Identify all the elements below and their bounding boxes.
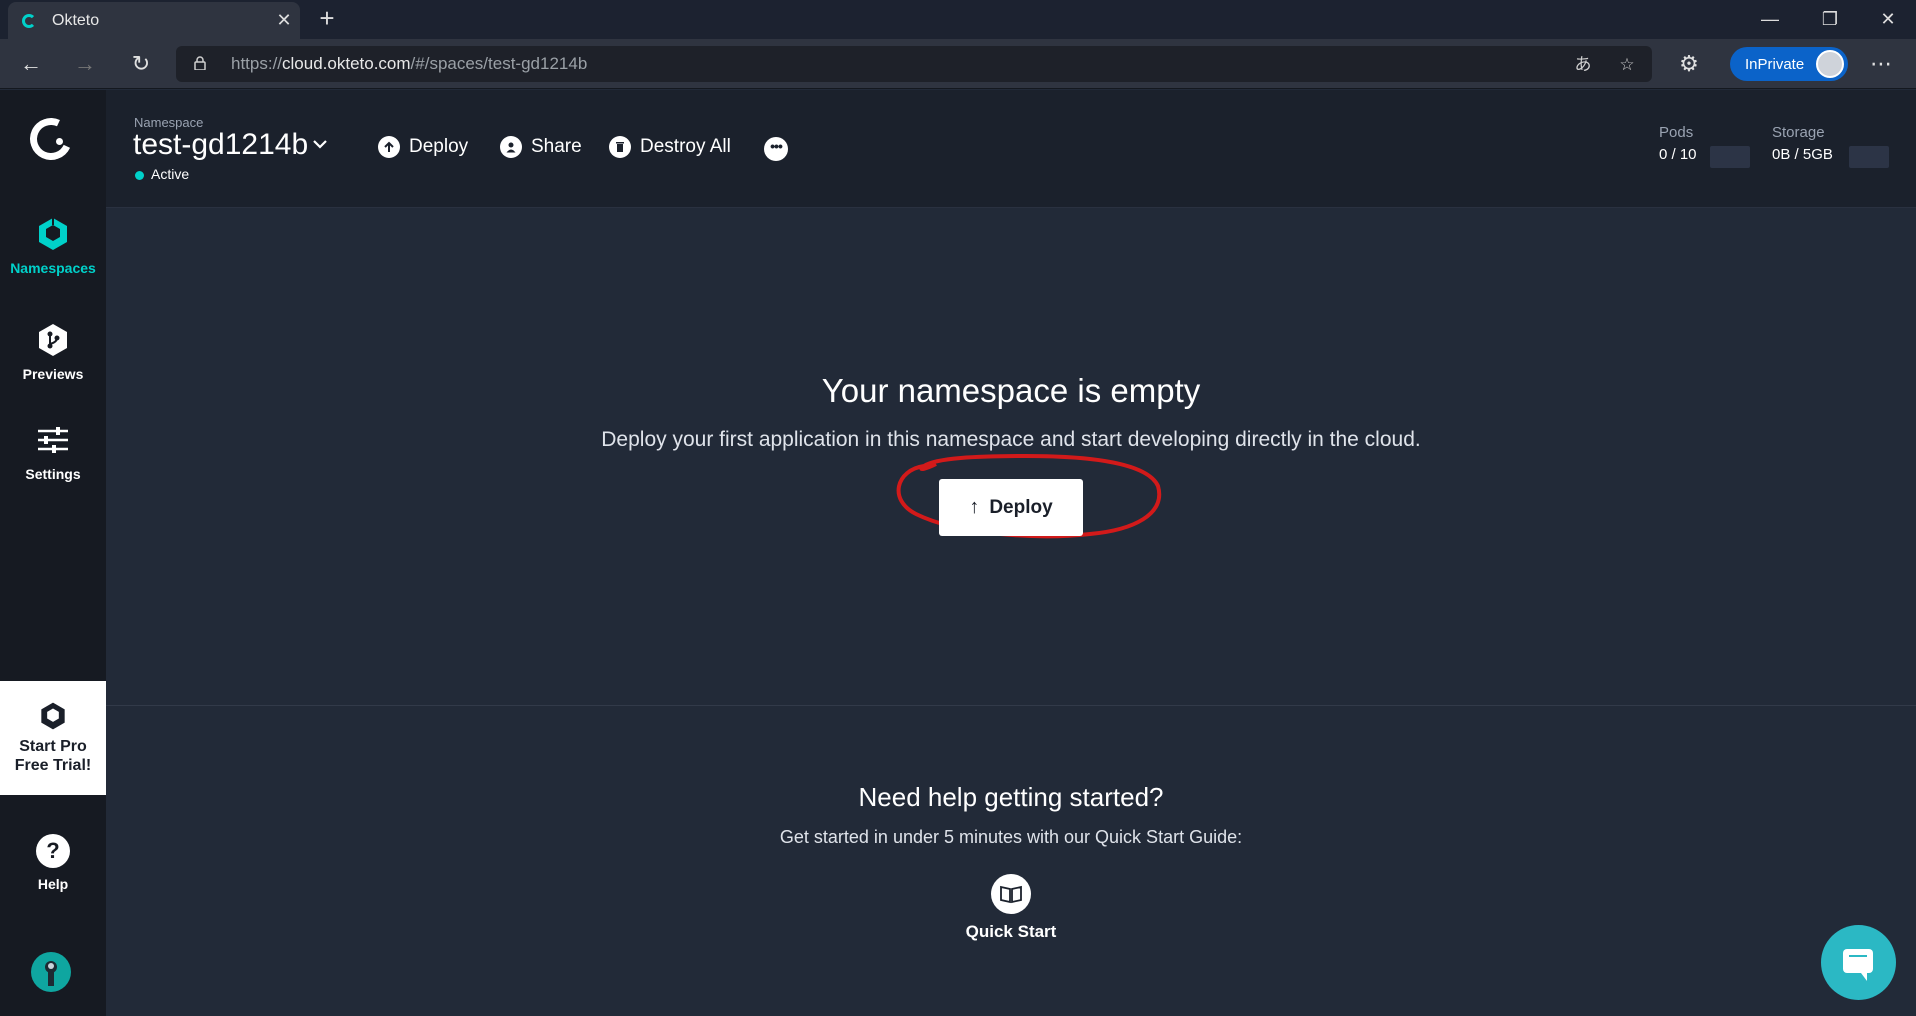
upload-icon <box>378 136 400 158</box>
tab-close-icon[interactable]: ✕ <box>268 10 300 31</box>
settings-icon <box>38 427 68 453</box>
chat-icon <box>1843 949 1873 981</box>
arrow-up-icon: ↑ <box>969 496 980 518</box>
deploy-button-label: Deploy <box>989 496 1053 518</box>
sidebar-item-label: Help <box>37 876 69 892</box>
main-content: Your namespace is empty Deploy your firs… <box>106 208 1916 1016</box>
pods-usage-bar <box>1710 146 1750 168</box>
pro-trial-line2: Free Trial! <box>14 757 92 774</box>
destroy-all-label: Destroy All <box>640 136 731 157</box>
status-badge: Active <box>151 166 190 182</box>
pro-trial-icon <box>41 702 65 730</box>
quick-start-link[interactable]: Quick Start <box>961 874 1061 942</box>
lock-icon <box>194 56 206 70</box>
sidebar-item-label: Settings <box>25 466 81 482</box>
okteto-logo[interactable] <box>24 112 78 166</box>
sidebar-item-previews[interactable]: Previews <box>0 322 106 382</box>
namespace-header: Namespace test-gd1214b Active Deploy Sha… <box>106 90 1916 208</box>
restore-icon[interactable]: ❐ <box>1802 0 1858 39</box>
refresh-icon[interactable]: ↻ <box>124 47 158 81</box>
sidebar-item-help[interactable]: ? Help <box>0 834 106 892</box>
quick-start-label: Quick Start <box>965 922 1057 941</box>
browser-tab[interactable]: Okteto ✕ <box>8 2 300 39</box>
sidebar: Namespaces Previews Settings Start Pro F… <box>0 90 106 1016</box>
status-dot <box>135 171 144 180</box>
namespaces-icon <box>39 218 67 250</box>
pods-label: Pods <box>1659 124 1694 141</box>
back-icon[interactable]: ← <box>14 47 48 81</box>
sidebar-item-label: Namespaces <box>10 260 96 276</box>
okteto-logo-dot <box>56 138 63 145</box>
address-bar[interactable]: https://cloud.okteto.com/#/spaces/test-g… <box>176 46 1652 82</box>
more-menu-icon[interactable]: ⋯ <box>1864 47 1898 81</box>
close-window-icon[interactable]: ✕ <box>1860 0 1916 39</box>
profile-avatar <box>1816 50 1844 78</box>
deploy-label: Deploy <box>409 136 469 157</box>
destroy-all-button[interactable]: Destroy All <box>609 136 731 158</box>
header-deploy-button[interactable]: Deploy <box>378 136 468 158</box>
avatar-image <box>45 961 57 986</box>
forward-icon[interactable]: → <box>68 47 102 81</box>
previews-icon <box>39 324 67 356</box>
help-title: Need help getting started? <box>858 782 1164 812</box>
url-text: https://cloud.okteto.com/#/spaces/test-g… <box>231 54 588 73</box>
help-icon: ? <box>36 834 70 868</box>
user-avatar[interactable] <box>31 952 71 992</box>
extensions-icon[interactable]: ⚙ <box>1672 47 1706 81</box>
deploy-button[interactable]: ↑ Deploy <box>939 479 1083 536</box>
pro-trial-line1: Start Pro <box>19 738 87 755</box>
tab-title: Okteto <box>52 11 100 29</box>
pods-value: 0 / 10 <box>1659 146 1697 163</box>
section-divider <box>106 705 1916 706</box>
sidebar-item-namespaces[interactable]: Namespaces <box>0 216 106 276</box>
storage-label: Storage <box>1772 124 1825 141</box>
browser-tab-bar: Okteto ✕ + — ❐ ✕ <box>0 0 1916 39</box>
new-tab-icon[interactable]: + <box>314 5 340 32</box>
read-aloud-icon[interactable]: あ <box>1570 52 1596 78</box>
favorite-add-icon[interactable]: ☆ <box>1614 52 1640 78</box>
start-pro-trial-button[interactable]: Start Pro Free Trial! <box>0 681 106 795</box>
browser-toolbar: ← → ↻ https://cloud.okteto.com/#/spaces/… <box>0 39 1916 89</box>
user-icon <box>500 136 522 158</box>
namespace-selector[interactable]: test-gd1214b <box>133 128 308 162</box>
minimize-icon[interactable]: — <box>1742 0 1798 39</box>
empty-state-title: Your namespace is empty <box>821 372 1201 409</box>
okteto-favicon-icon <box>22 13 36 28</box>
sidebar-item-settings[interactable]: Settings <box>0 422 106 482</box>
storage-usage-bar <box>1849 146 1889 168</box>
book-icon <box>991 874 1031 914</box>
sidebar-item-label: Previews <box>22 366 84 382</box>
trash-icon <box>609 136 631 158</box>
storage-value: 0B / 5GB <box>1772 146 1833 163</box>
more-actions-icon[interactable]: ••• <box>764 137 788 161</box>
help-description: Get started in under 5 minutes with our … <box>779 827 1243 847</box>
share-label: Share <box>531 136 582 157</box>
share-button[interactable]: Share <box>500 136 582 158</box>
inprivate-button[interactable]: InPrivate <box>1730 47 1848 81</box>
inprivate-label: InPrivate <box>1745 55 1805 73</box>
chat-widget-button[interactable] <box>1821 925 1896 1000</box>
chevron-down-icon[interactable] <box>312 136 328 152</box>
